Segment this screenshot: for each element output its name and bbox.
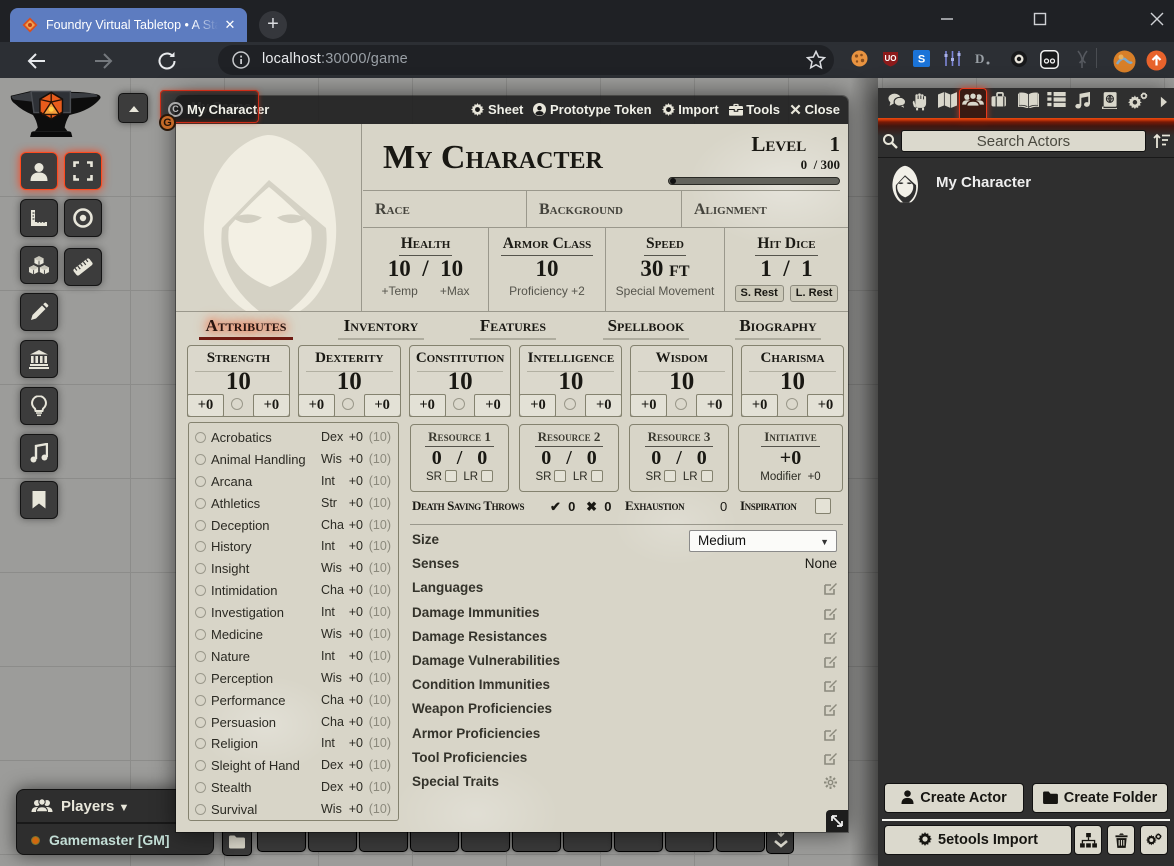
svg-text:S: S <box>918 54 925 66</box>
svg-text:D: D <box>975 51 984 66</box>
svg-text:UO: UO <box>885 54 897 63</box>
